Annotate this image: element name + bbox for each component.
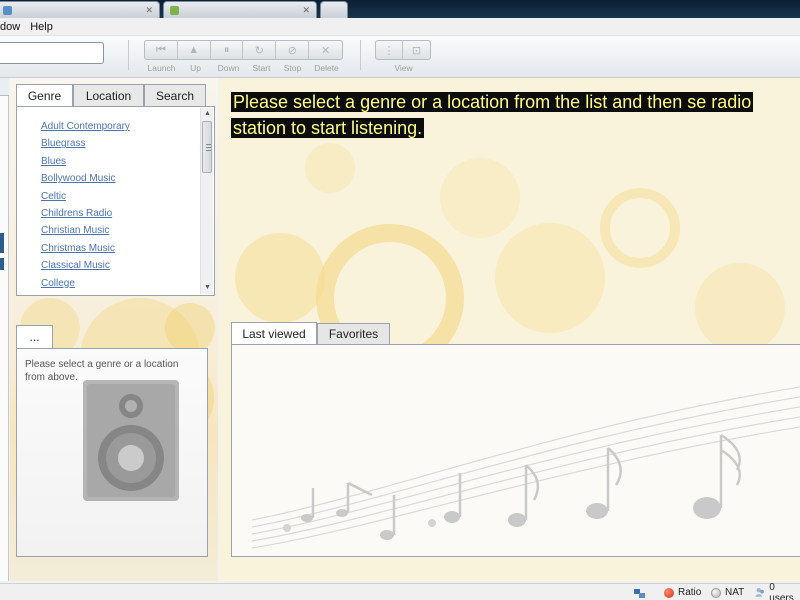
genre-list: Adult Contemporary Bluegrass Blues Bolly…	[41, 121, 130, 295]
browser-tab[interactable]: ✕	[0, 1, 160, 18]
sidebar-header	[0, 78, 9, 96]
genre-link[interactable]: Adult Contemporary	[41, 121, 130, 138]
users-label: 0 users	[769, 581, 794, 600]
tab-location[interactable]: Location	[73, 84, 144, 106]
up-icon: ▲	[188, 44, 200, 56]
station-details-panel: ... Please select a genre or a location …	[16, 325, 208, 557]
stop-label: Stop	[283, 63, 302, 73]
launch-button[interactable]: ⏮	[145, 41, 178, 59]
nat-status-icon	[711, 587, 721, 598]
genre-link[interactable]: Blues	[41, 156, 130, 173]
menu-item-help[interactable]: Help	[30, 21, 53, 33]
browser-tab[interactable]: ✕	[163, 1, 317, 18]
tab-genre[interactable]: Genre	[16, 84, 73, 107]
view-grid-icon: ⊡	[411, 44, 422, 57]
tab-last-viewed[interactable]: Last viewed	[231, 322, 317, 344]
view-label: View	[394, 63, 413, 73]
network-icon	[633, 587, 646, 599]
menu-item-window[interactable]: dow	[0, 21, 20, 33]
nat-label: NAT	[725, 587, 745, 598]
network-status	[633, 586, 646, 599]
sidebar-selection-marker[interactable]	[0, 258, 4, 270]
left-sidebar-edge	[0, 78, 9, 581]
scrollbar-thumb[interactable]	[202, 121, 212, 173]
up-label: Up	[190, 63, 201, 73]
delete-button[interactable]: ✕	[309, 41, 342, 59]
view-list-button[interactable]: ⋮	[376, 41, 403, 59]
genre-list-box: Adult Contemporary Bluegrass Blues Bolly…	[16, 106, 215, 296]
toolbar-separator	[128, 40, 129, 70]
scroll-down-arrow-icon[interactable]: ▼	[201, 282, 214, 294]
stop-icon: ⊘	[287, 44, 297, 57]
main-content: Please select a genre or a location from…	[220, 78, 800, 581]
tab-details[interactable]: ...	[16, 325, 53, 348]
view-grid-button[interactable]: ⊡	[403, 41, 430, 59]
address-input[interactable]	[0, 42, 104, 64]
genre-link[interactable]: College	[41, 278, 130, 295]
genre-link[interactable]: Christmas Music	[41, 243, 130, 260]
station-list-box	[231, 344, 800, 557]
down-button[interactable]: ⏸	[211, 41, 244, 59]
music-notes-decoration	[251, 386, 800, 549]
toolbar-view-group: ⋮ ⊡	[375, 40, 431, 60]
genre-link[interactable]: Bollywood Music	[41, 173, 130, 190]
view-list-icon: ⋮	[383, 44, 395, 57]
station-details-box: Please select a genre or a location from…	[16, 348, 208, 557]
genre-link[interactable]: Bluegrass	[41, 138, 130, 155]
scroll-up-arrow-icon[interactable]: ▲	[201, 108, 214, 120]
browser-tab-strip: ✕ ✕	[0, 0, 800, 18]
ratio-status[interactable]: Ratio	[664, 586, 701, 599]
select-genre-notice: Please select a genre or a location from…	[231, 92, 754, 138]
close-icon[interactable]: ✕	[302, 5, 310, 16]
users-icon	[755, 587, 764, 597]
ratio-label: Ratio	[678, 587, 702, 598]
sidebar-selection-marker[interactable]	[0, 233, 4, 253]
tab-search[interactable]: Search	[144, 84, 206, 106]
genre-link[interactable]: Celtic	[41, 191, 130, 208]
status-bar: Ratio NAT 0 users	[0, 582, 800, 600]
genre-link[interactable]: Childrens Radio	[41, 208, 130, 225]
genre-scrollbar[interactable]: ▲ ▼	[200, 108, 213, 294]
toolbar: ⏮ ▲ ⏸ ↻ ⊘ ✕ Launch Up Down Start Stop De…	[0, 36, 800, 78]
genre-link[interactable]: Christian Music	[41, 225, 130, 242]
launch-icon: ⏮	[155, 43, 166, 56]
ratio-status-icon	[664, 587, 674, 598]
favicon-icon	[170, 5, 179, 15]
start-button[interactable]: ↻	[243, 41, 277, 59]
favicon-icon	[3, 5, 12, 15]
speaker-icon	[83, 380, 179, 501]
tab-favorites[interactable]: Favorites	[317, 323, 390, 344]
delete-label: Delete	[314, 63, 339, 73]
history-tabs: Last viewed Favorites	[231, 322, 390, 344]
stop-button[interactable]: ⊘	[276, 41, 310, 59]
start-icon: ↻	[254, 44, 264, 57]
genre-panel: Genre Location Search Adult Contemporary…	[16, 84, 215, 296]
launch-label: Launch	[147, 63, 176, 73]
toolbar-separator	[360, 40, 361, 70]
down-icon: ⏸	[223, 43, 230, 56]
genre-panel-tabs: Genre Location Search	[16, 84, 206, 107]
up-button[interactable]: ▲	[178, 41, 211, 59]
toolbar-station-group: ⏮ ▲ ⏸ ↻ ⊘ ✕	[144, 40, 343, 60]
start-label: Start	[252, 63, 271, 73]
new-tab-button[interactable]	[320, 1, 348, 18]
delete-icon: ✕	[320, 44, 331, 57]
menu-bar: dow Help	[0, 18, 800, 36]
users-status[interactable]: 0 users	[755, 582, 800, 600]
down-label: Down	[217, 63, 240, 73]
close-icon[interactable]: ✕	[145, 5, 153, 16]
genre-link[interactable]: Classical Music	[41, 260, 130, 277]
nat-status[interactable]: NAT	[711, 586, 744, 599]
